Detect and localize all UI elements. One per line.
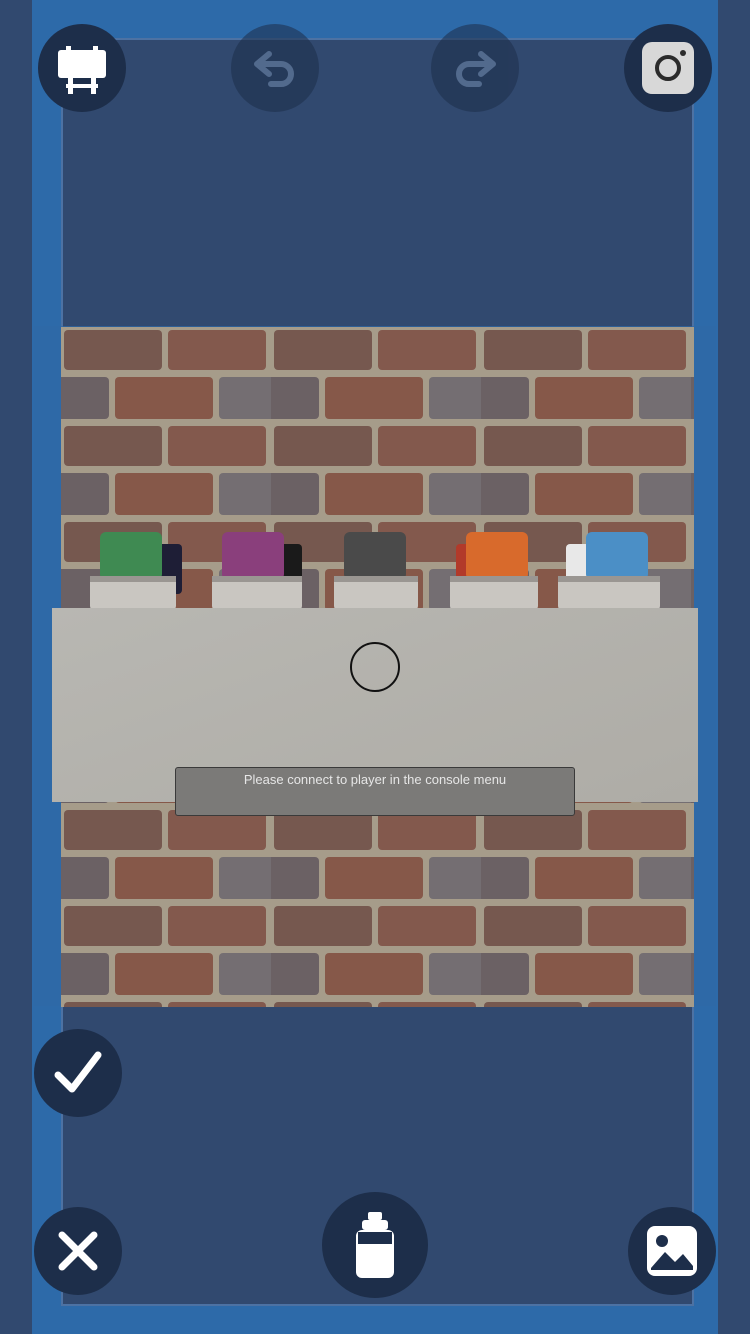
instagram-icon	[642, 42, 694, 94]
undo-button[interactable]	[231, 24, 319, 112]
frame-top-border	[32, 0, 718, 38]
gallery-button[interactable]	[628, 1207, 716, 1295]
frame-bottom-border	[32, 1306, 718, 1334]
image-icon	[647, 1226, 697, 1276]
spray-can-grey[interactable]	[332, 530, 437, 615]
spray-can-icon	[356, 1212, 394, 1278]
easel-icon	[58, 46, 106, 94]
redo-button[interactable]	[431, 24, 519, 112]
instagram-button[interactable]	[624, 24, 712, 112]
aim-reticle	[350, 642, 400, 692]
spray-can-blue[interactable]	[556, 530, 661, 615]
easel-button[interactable]	[38, 24, 126, 112]
confirm-button[interactable]	[34, 1029, 122, 1117]
spray-can-purple[interactable]	[210, 530, 315, 615]
cancel-button[interactable]	[34, 1207, 122, 1295]
close-icon	[58, 1231, 98, 1271]
redo-icon	[456, 51, 496, 87]
checkmark-icon	[54, 1051, 102, 1093]
spray-can-orange[interactable]	[446, 530, 551, 615]
spray-can-green[interactable]	[88, 530, 193, 615]
spray-tool-button[interactable]	[322, 1192, 428, 1298]
status-message: Please connect to player in the console …	[175, 767, 575, 816]
undo-icon	[254, 51, 294, 87]
